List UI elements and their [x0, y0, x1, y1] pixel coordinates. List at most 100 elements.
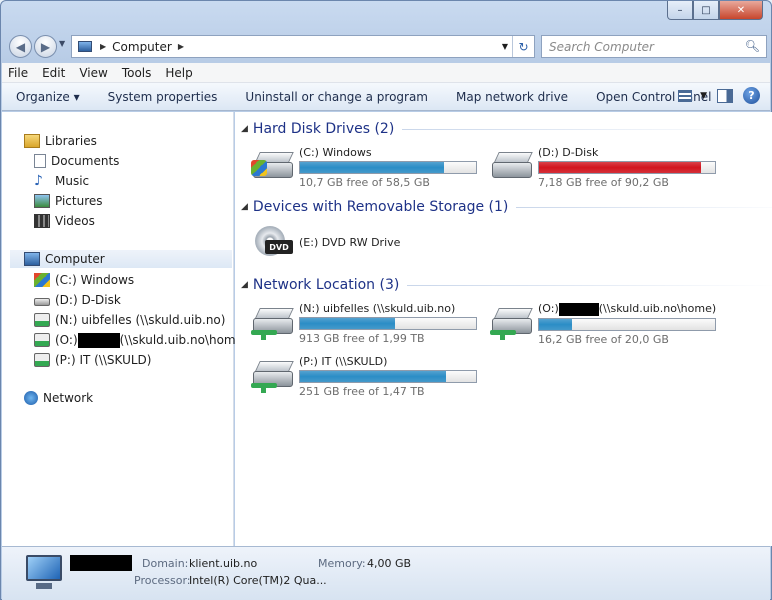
drive-e[interactable]: DVD (E:) DVD RW Drive: [249, 224, 400, 262]
nav-label: (\\skuld.uib.no\home): [119, 333, 248, 347]
group-title: Network Location (3): [252, 277, 400, 293]
nav-label: (D:) D-Disk: [55, 293, 121, 307]
view-grid-icon: [678, 89, 693, 102]
menu-file[interactable]: File: [8, 66, 28, 80]
nav-item-p-drive[interactable]: (P:) IT (\\SKULD): [34, 351, 151, 369]
navigation-pane: Libraries Documents ♪ Music Pictures Vid…: [2, 112, 248, 546]
drive-usage-bar: [299, 161, 477, 174]
minimize-button[interactable]: –: [667, 1, 693, 20]
nav-item-videos[interactable]: Videos: [34, 212, 95, 230]
menu-bar: File Edit View Tools Help: [2, 63, 770, 83]
search-icon[interactable]: 🔍︎: [745, 39, 760, 53]
group-divider: [402, 128, 763, 130]
search-input[interactable]: Search Computer 🔍︎: [541, 35, 767, 58]
nav-item-documents[interactable]: Documents: [34, 152, 119, 170]
hard-drive-icon: [488, 146, 534, 184]
nav-item-pictures[interactable]: Pictures: [34, 192, 103, 210]
drive-p[interactable]: (P:) IT (\\SKULD) 251 GB free of 1,47 TB: [249, 355, 477, 398]
domain-label: Domain:: [142, 557, 189, 570]
drive-d[interactable]: (D:) D-Disk 7,18 GB free of 90,2 GB: [488, 146, 716, 189]
nav-label: (C:) Windows: [55, 273, 135, 287]
nav-label: Music: [55, 174, 90, 188]
collapse-icon[interactable]: ◢: [241, 280, 248, 290]
drive-name: (N:) uibfelles (\\skuld.uib.no): [299, 302, 456, 315]
menu-view[interactable]: View: [79, 66, 107, 80]
preview-pane-button[interactable]: [717, 88, 733, 103]
back-button[interactable]: ◀: [9, 35, 32, 58]
computer-large-icon: [22, 553, 66, 593]
nav-label: (P:) IT (\\SKULD): [55, 353, 152, 367]
system-properties-button[interactable]: System properties: [108, 90, 218, 104]
collapse-icon[interactable]: ◢: [241, 202, 248, 212]
nav-item-computer[interactable]: Computer: [10, 250, 232, 268]
close-button[interactable]: ✕: [719, 1, 763, 20]
uninstall-program-button[interactable]: Uninstall or change a program: [245, 90, 428, 104]
view-dropdown-icon[interactable]: ▼: [700, 91, 707, 101]
nav-label: Videos: [55, 214, 95, 228]
refresh-button[interactable]: ↻: [512, 36, 534, 57]
breadcrumb-computer[interactable]: Computer: [112, 40, 172, 54]
network-icon: [24, 391, 38, 405]
caption-buttons: – □ ✕: [667, 1, 763, 20]
drive-name: (C:) Windows: [299, 146, 372, 159]
nav-label: Pictures: [55, 194, 103, 208]
nav-label: Libraries: [45, 134, 97, 148]
nav-item-music[interactable]: ♪ Music: [34, 172, 89, 190]
nav-item-n-drive[interactable]: (N:) uibfelles (\\skuld.uib.no): [34, 311, 225, 329]
redacted-computer-name: [70, 555, 132, 571]
domain-value: klient.uib.no: [189, 557, 258, 570]
collapse-icon[interactable]: ◢: [241, 124, 248, 134]
address-dropdown-icon[interactable]: ▼: [502, 42, 508, 51]
navigation-row: ◀ ▶ ▼ ▶ Computer ▶ ▼ ↻ Search Computer 🔍…: [1, 31, 771, 59]
music-icon: ♪: [34, 173, 43, 189]
recent-pages-dropdown[interactable]: ▼: [59, 39, 65, 48]
drive-name: (O:) (\\skuld.uib.no\home): [538, 302, 717, 316]
help-button[interactable]: ?: [743, 87, 760, 104]
nav-item-network[interactable]: Network: [24, 389, 93, 407]
drive-usage-bar: [538, 161, 716, 174]
menu-edit[interactable]: Edit: [42, 66, 65, 80]
memory-value: 4,00 GB: [367, 557, 412, 570]
group-hard-disk-drives[interactable]: ◢ Hard Disk Drives (2): [241, 121, 763, 137]
videos-icon: [34, 214, 50, 228]
documents-icon: [34, 154, 46, 168]
map-network-drive-button[interactable]: Map network drive: [456, 90, 568, 104]
nav-item-d-drive[interactable]: (D:) D-Disk: [34, 291, 121, 309]
nav-item-o-drive[interactable]: (O:) (\\skuld.uib.no\home): [34, 331, 248, 349]
nav-label: Documents: [51, 154, 120, 168]
nav-label: (N:) uibfelles (\\skuld.uib.no): [55, 313, 226, 327]
group-divider: [407, 284, 772, 286]
nav-item-libraries[interactable]: Libraries: [24, 132, 97, 150]
group-divider: [516, 206, 772, 208]
forward-button[interactable]: ▶: [34, 35, 57, 58]
command-bar: Organize ▾ System properties Uninstall o…: [2, 83, 770, 111]
drive-n[interactable]: (N:) uibfelles (\\skuld.uib.no) 913 GB f…: [249, 302, 477, 345]
network-drive-icon: [249, 355, 295, 393]
drive-free-space: 10,7 GB free of 58,5 GB: [299, 176, 430, 189]
drive-o[interactable]: (O:) (\\skuld.uib.no\home) 16,2 GB free o…: [488, 302, 716, 346]
breadcrumb-separator-icon[interactable]: ▶: [100, 42, 106, 51]
menu-tools[interactable]: Tools: [122, 66, 152, 80]
change-view-button[interactable]: ▼: [678, 89, 707, 102]
address-bar[interactable]: ▶ Computer ▶ ▼ ↻: [71, 35, 535, 58]
search-placeholder: Search Computer: [549, 39, 654, 54]
organize-button[interactable]: Organize ▾: [16, 90, 80, 104]
nav-label: Computer: [45, 252, 105, 266]
redacted-username: [558, 302, 599, 316]
network-drive-icon: [34, 333, 50, 347]
group-network-location[interactable]: ◢ Network Location (3): [241, 277, 772, 293]
nav-label: (O:): [55, 333, 78, 347]
drive-free-space: 251 GB free of 1,47 TB: [299, 385, 425, 398]
drive-usage-bar: [299, 370, 477, 383]
breadcrumb-separator-icon[interactable]: ▶: [178, 42, 184, 51]
computer-icon: [24, 252, 40, 266]
maximize-button[interactable]: □: [693, 1, 719, 20]
drive-name: (P:) IT (\\SKULD): [299, 355, 388, 368]
menu-help[interactable]: Help: [165, 66, 192, 80]
nav-item-c-drive[interactable]: (C:) Windows: [34, 271, 134, 289]
group-title: Devices with Removable Storage (1): [252, 199, 509, 215]
drive-c[interactable]: (C:) Windows 10,7 GB free of 58,5 GB: [249, 146, 477, 189]
group-removable-storage[interactable]: ◢ Devices with Removable Storage (1): [241, 199, 772, 215]
pictures-icon: [34, 194, 50, 208]
drive-free-space: 913 GB free of 1,99 TB: [299, 332, 425, 345]
